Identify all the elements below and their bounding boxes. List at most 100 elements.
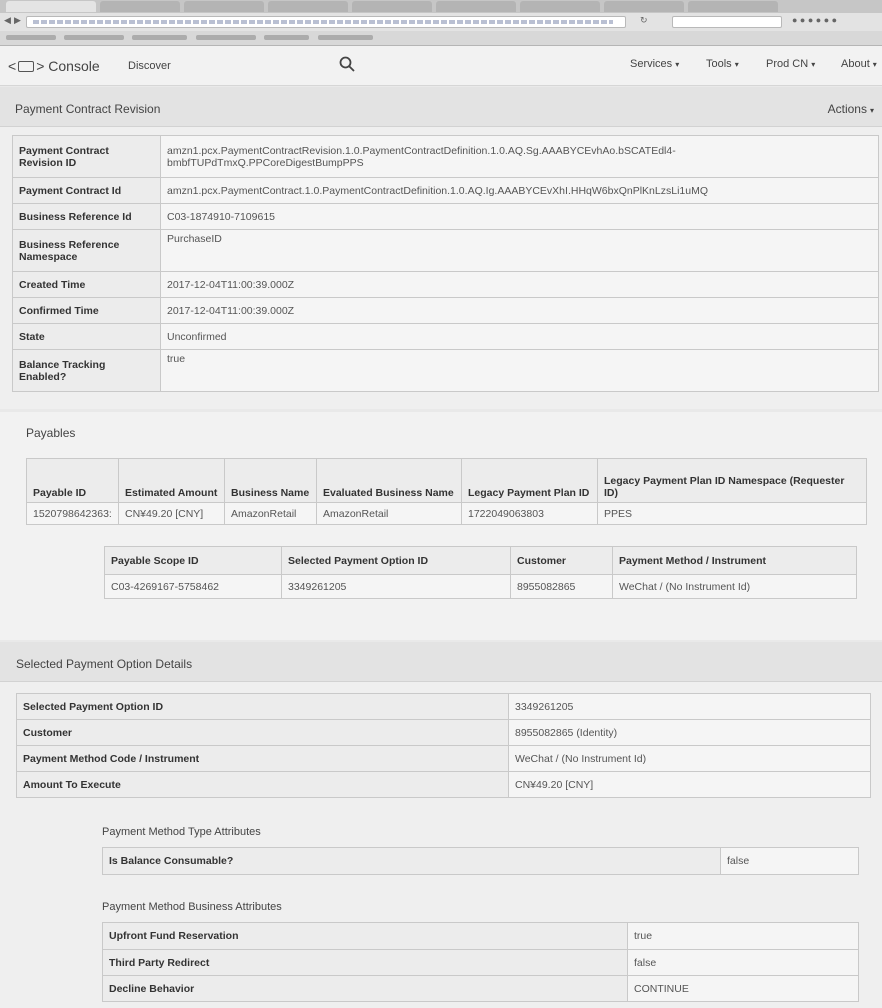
address-bar[interactable]: [26, 16, 626, 28]
table-cell: WeChat / (No Instrument Id): [612, 574, 857, 599]
type-attr-key: Is Balance Consumable?: [102, 847, 721, 875]
table-row: Third Party Redirect false: [102, 949, 859, 976]
customer-link[interactable]: 8955082865: [510, 574, 613, 599]
revision-value: amzn1.pcx.PaymentContract.1.0.PaymentCon…: [160, 177, 879, 204]
spo-value: 3349261205: [508, 693, 871, 720]
table-row: Is Balance Consumable? false: [102, 847, 859, 875]
nav-tools-label: Tools: [706, 58, 732, 70]
column-header: Evaluated Business Name: [316, 458, 462, 503]
table-header-row: Payable ID Estimated Amount Business Nam…: [26, 458, 867, 503]
spo-key: Payment Method Code / Instrument: [16, 745, 509, 772]
console-logo[interactable]: < > Console: [8, 58, 100, 74]
business-attributes-title: Payment Method Business Attributes: [102, 901, 282, 913]
biz-attr-value: false: [627, 949, 859, 976]
bookmark[interactable]: [318, 35, 373, 40]
browser-tab[interactable]: [436, 1, 516, 12]
column-header: Payable ID: [26, 458, 119, 503]
browser-tab[interactable]: [184, 1, 264, 12]
column-header: Selected Payment Option ID: [281, 546, 511, 575]
table-row: State Unconfirmed: [12, 323, 879, 350]
browser-tab[interactable]: [688, 1, 778, 12]
bookmark[interactable]: [132, 35, 187, 40]
biz-attr-key: Third Party Redirect: [102, 949, 628, 976]
nav-region-label: Prod CN: [766, 58, 809, 70]
column-header: Customer: [510, 546, 613, 575]
nav-services[interactable]: Services ▾: [630, 58, 679, 70]
table-row: Business Reference Namespace PurchaseID: [12, 229, 879, 272]
spo-value: WeChat / (No Instrument Id): [508, 745, 871, 772]
table-row: Payment Contract Id amzn1.pcx.PaymentCon…: [12, 177, 879, 204]
table-cell: AmazonRetail: [316, 502, 462, 525]
spo-key: Amount To Execute: [16, 771, 509, 798]
nav-tools[interactable]: Tools ▾: [706, 58, 739, 70]
bookmarks-bar: [0, 31, 882, 45]
table-cell: 1722049063803: [461, 502, 598, 525]
table-cell: CN¥49.20 [CNY]: [118, 502, 225, 525]
nav-discover[interactable]: Discover: [128, 60, 171, 72]
type-attr-value: false: [720, 847, 859, 875]
revision-title: Payment Contract Revision: [15, 102, 161, 116]
revision-value: PurchaseID: [160, 229, 879, 272]
nav-services-label: Services: [630, 58, 673, 70]
browser-tab[interactable]: [352, 1, 432, 12]
revision-key: Payment Contract Revision ID: [12, 135, 161, 178]
table-row: Upfront Fund Reservation true: [102, 922, 859, 950]
forward-icon[interactable]: ▶: [14, 15, 21, 26]
biz-attr-value: true: [627, 922, 859, 950]
revision-key: Business Reference Namespace: [12, 229, 161, 272]
toolbar-icons[interactable]: ● ● ● ● ● ●: [792, 15, 837, 25]
revision-value: 2017-12-04T11:00:39.000Z: [160, 297, 879, 324]
biz-attr-key: Upfront Fund Reservation: [102, 922, 628, 950]
payables-section: Payables Payable ID Estimated Amount Bus…: [0, 412, 882, 640]
bookmark[interactable]: [196, 35, 256, 40]
payables-title: Payables: [26, 426, 76, 440]
spo-value: CN¥49.20 [CNY]: [508, 771, 871, 798]
spo-table: Selected Payment Option ID 3349261205 Cu…: [16, 693, 871, 798]
browser-search-box[interactable]: [672, 16, 782, 28]
table-row: Selected Payment Option ID 3349261205: [16, 693, 871, 720]
back-icon[interactable]: ◀: [4, 15, 11, 26]
table-row: Payment Contract Revision ID amzn1.pcx.P…: [12, 135, 879, 178]
column-header: Legacy Payment Plan ID Namespace (Reques…: [597, 458, 867, 503]
payable-scope-id-link[interactable]: C03-4269167-5758462: [104, 574, 282, 599]
actions-menu[interactable]: Actions ▾: [828, 102, 874, 116]
chevron-down-icon: ▾: [811, 60, 816, 69]
browser-toolbar: ◀ ▶ ↻ ● ● ● ● ● ●: [0, 13, 882, 31]
browser-tab[interactable]: [6, 1, 96, 12]
bookmark[interactable]: [64, 35, 124, 40]
revision-key: Balance Tracking Enabled?: [12, 349, 161, 392]
spo-key: Selected Payment Option ID: [16, 693, 509, 720]
nav-about[interactable]: About ▾: [841, 58, 877, 70]
table-row: 1520798642363: CN¥49.20 [CNY] AmazonReta…: [26, 502, 867, 525]
reload-icon[interactable]: ↻: [640, 15, 648, 26]
table-row: Payment Method Code / Instrument WeChat …: [16, 745, 871, 772]
table-row: Balance Tracking Enabled? true: [12, 349, 879, 392]
logo-bracket-icon: < >: [8, 58, 45, 74]
revision-value: Unconfirmed: [160, 323, 879, 350]
nav-about-label: About: [841, 58, 870, 70]
revision-value: C03-1874910-7109615: [160, 203, 879, 230]
browser-tab-strip: [0, 0, 882, 13]
bookmark[interactable]: [264, 35, 309, 40]
browser-tab[interactable]: [604, 1, 684, 12]
revision-value: amzn1.pcx.PaymentContractRevision.1.0.Pa…: [160, 135, 879, 178]
browser-tab[interactable]: [520, 1, 600, 12]
browser-tab[interactable]: [268, 1, 348, 12]
biz-attr-key: Decline Behavior: [102, 975, 628, 1002]
bookmark[interactable]: [6, 35, 56, 40]
table-row: Amount To Execute CN¥49.20 [CNY]: [16, 771, 871, 798]
revision-key: Business Reference Id: [12, 203, 161, 230]
column-header: Payable Scope ID: [104, 546, 282, 575]
browser-tab[interactable]: [100, 1, 180, 12]
spo-key: Customer: [16, 719, 509, 746]
actions-label: Actions: [827, 102, 867, 116]
spo-header: Selected Payment Option Details: [0, 642, 882, 682]
table-cell: 1520798642363:: [26, 502, 119, 525]
search-icon[interactable]: [338, 55, 356, 73]
nav-region[interactable]: Prod CN ▾: [766, 58, 815, 70]
table-row: Customer 8955082865 (Identity): [16, 719, 871, 746]
chevron-down-icon: ▾: [869, 106, 874, 115]
type-attributes-table: Is Balance Consumable? false: [102, 847, 859, 875]
column-header: Business Name: [224, 458, 317, 503]
column-header: Estimated Amount: [118, 458, 225, 503]
